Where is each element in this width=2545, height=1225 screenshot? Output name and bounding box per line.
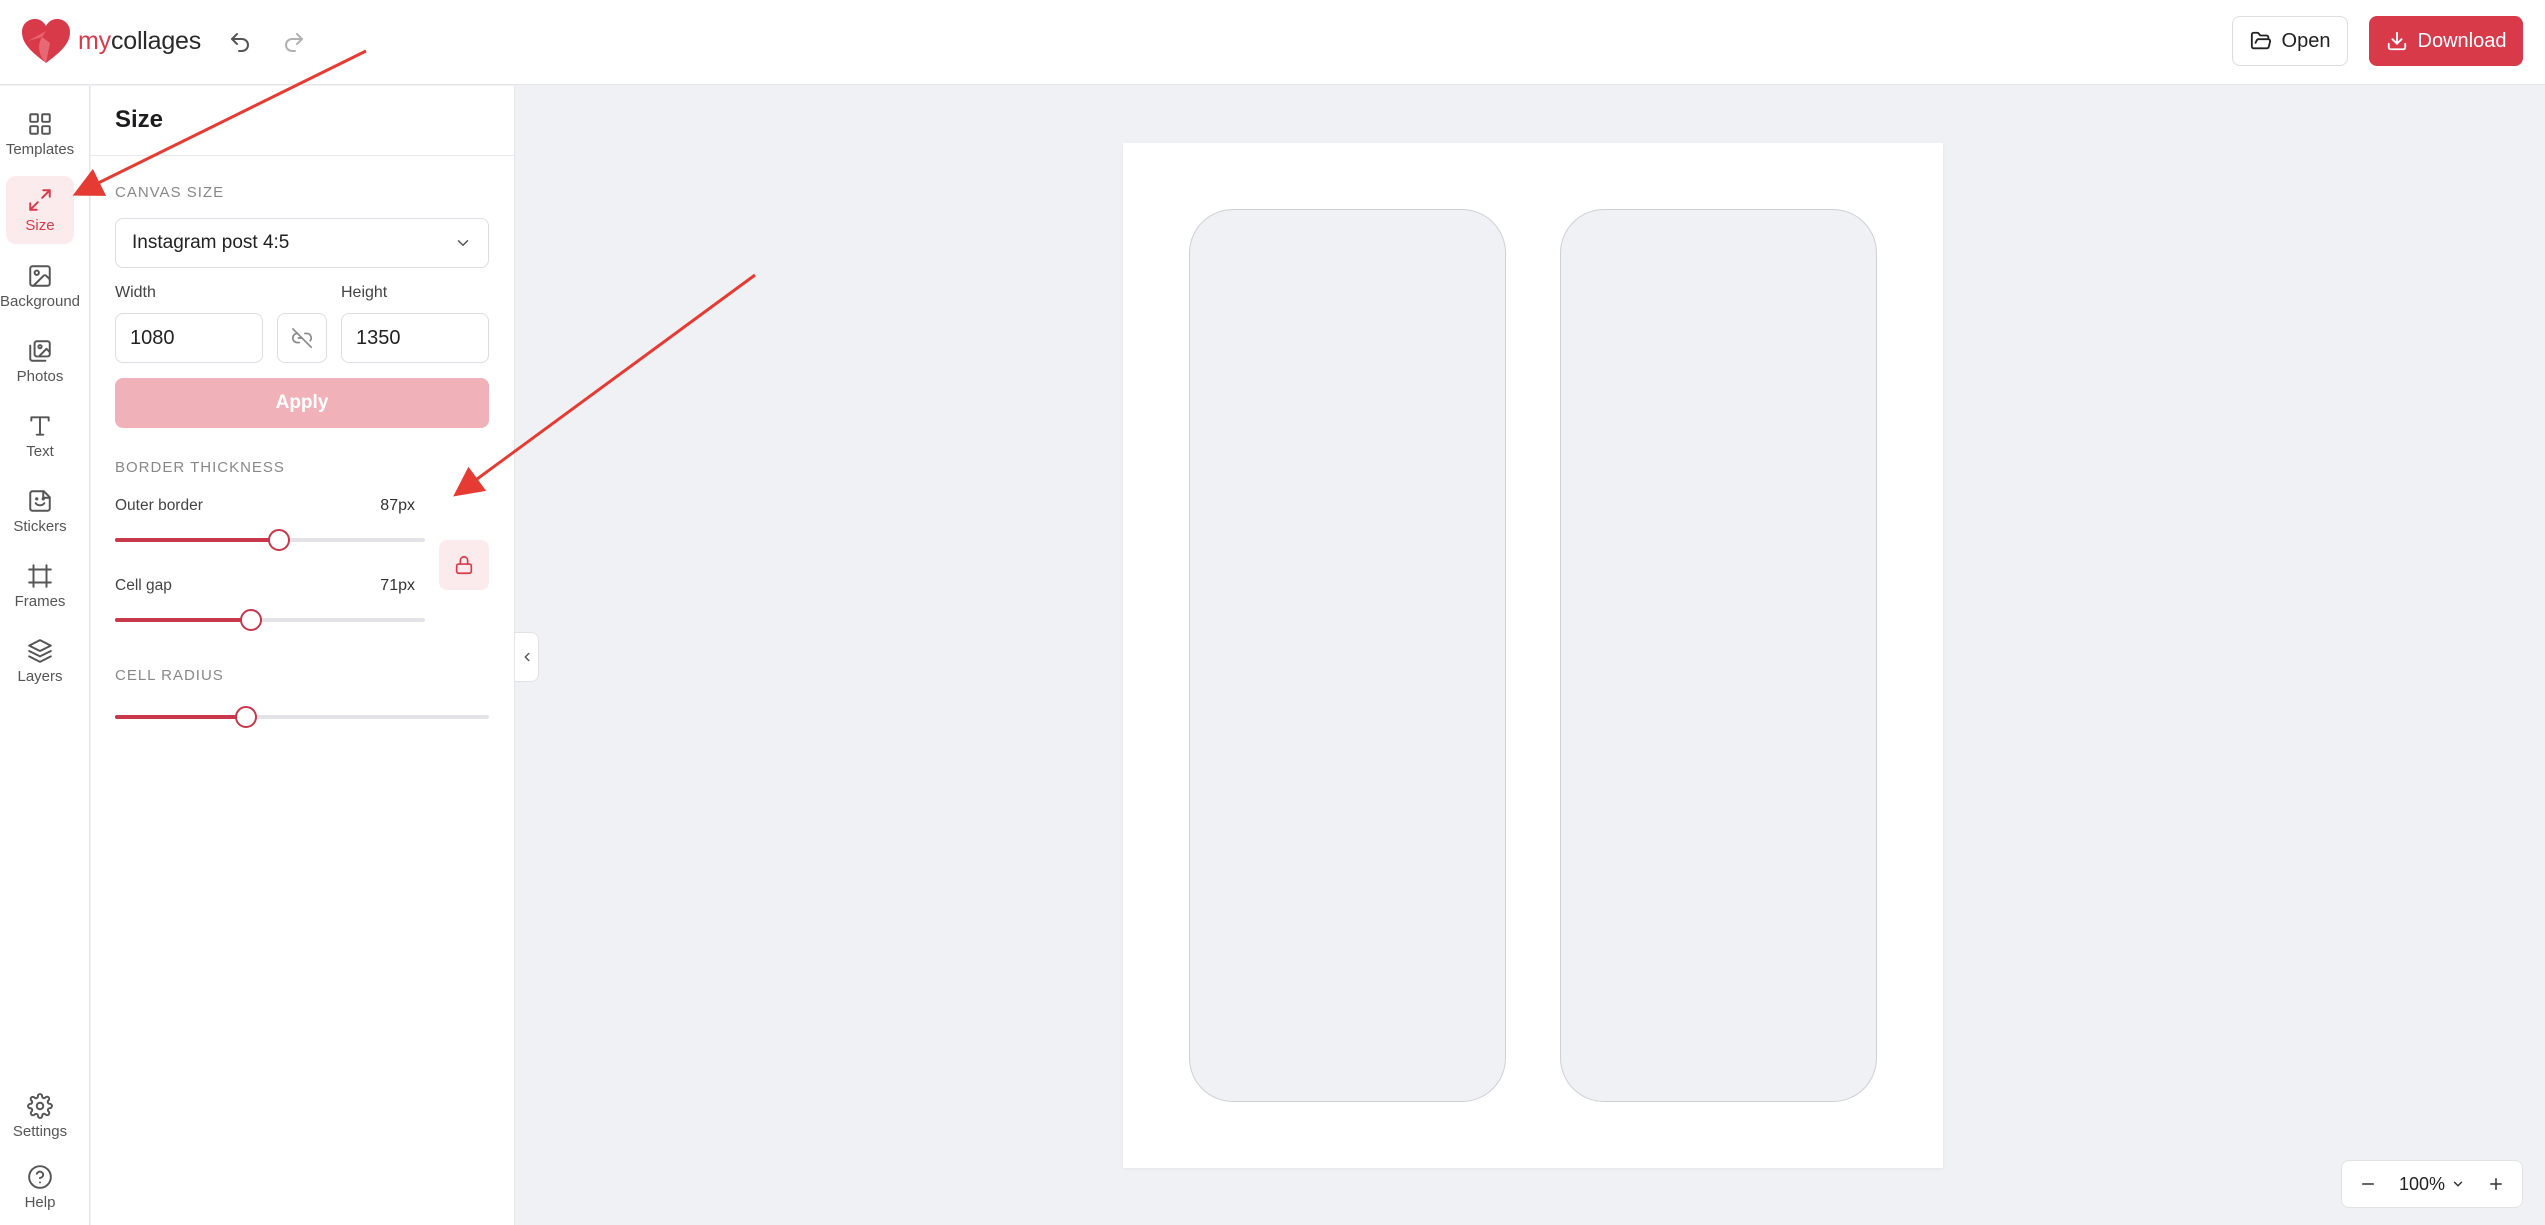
outer-border-value: 87px — [380, 497, 415, 514]
panel-title: Size — [115, 106, 164, 133]
photos-icon — [29, 339, 51, 362]
rail-item-photos[interactable]: Photos — [6, 327, 74, 395]
logo[interactable]: mycollages — [20, 17, 201, 65]
height-input[interactable] — [341, 313, 489, 363]
panel-divider — [91, 155, 515, 156]
collage-cell-2[interactable] — [1560, 209, 1877, 1102]
slider-fill — [115, 618, 252, 622]
canvas-size-select[interactable]: Instagram post 4:5 — [115, 218, 489, 268]
rail-label: Settings — [12, 1122, 68, 1140]
rail-label: Templates — [5, 140, 75, 158]
width-label: Width — [115, 284, 156, 301]
download-button[interactable]: Download — [2369, 16, 2523, 66]
plus-icon — [2489, 1178, 2502, 1190]
rail-label: Layers — [17, 667, 63, 685]
rail-item-frames[interactable]: Frames — [6, 552, 74, 620]
redo-button[interactable] — [276, 24, 312, 60]
zoom-control: 100% — [2341, 1160, 2523, 1208]
collapse-panel-button[interactable] — [515, 632, 539, 682]
cell-gap-label: Cell gap — [115, 577, 172, 594]
undo-button[interactable] — [222, 24, 258, 60]
rail-item-size[interactable]: Size — [6, 176, 74, 244]
grid-icon — [29, 112, 51, 135]
rail-item-layers[interactable]: Layers — [6, 627, 74, 695]
rail-item-text[interactable]: Text — [6, 402, 74, 470]
rail-item-background[interactable]: Background — [0, 252, 80, 320]
rail-label: Help — [24, 1193, 56, 1211]
slider-fill — [115, 538, 280, 542]
collage-canvas[interactable] — [1123, 143, 1943, 1168]
tool-rail: Templates Size Background Photos Text St… — [0, 86, 90, 1225]
slider-thumb[interactable] — [234, 706, 257, 728]
frame-icon — [28, 563, 52, 588]
slider-thumb[interactable] — [240, 609, 263, 631]
lock-icon — [455, 555, 473, 575]
rail-item-templates[interactable]: Templates — [6, 100, 74, 168]
canvas-size-value: Instagram post 4:5 — [132, 232, 290, 253]
zoom-out-button[interactable] — [2354, 1170, 2382, 1198]
zoom-in-button[interactable] — [2482, 1170, 2510, 1198]
chevron-down-icon — [2453, 1181, 2463, 1187]
aspect-link-toggle[interactable] — [277, 313, 327, 363]
top-header: mycollages Open Download — [0, 0, 2545, 85]
heart-logo-icon — [22, 19, 70, 63]
text-icon — [30, 415, 50, 436]
download-icon — [2387, 31, 2406, 51]
slider-thumb[interactable] — [268, 529, 291, 551]
cell-gap-value: 71px — [380, 577, 415, 594]
width-input[interactable] — [115, 313, 263, 363]
outer-border-slider[interactable] — [115, 529, 425, 551]
open-button[interactable]: Open — [2232, 16, 2348, 66]
folder-open-icon — [2250, 31, 2271, 50]
sticker-icon — [29, 489, 51, 512]
zoom-level: 100% — [2398, 1173, 2446, 1194]
chevron-left-icon — [524, 652, 529, 662]
undo-icon — [231, 33, 249, 52]
rail-item-help[interactable]: Help — [6, 1153, 74, 1221]
cell-radius-slider[interactable] — [115, 706, 489, 728]
logo-text: mycollages — [78, 26, 202, 55]
redo-icon — [285, 33, 303, 52]
cell-gap-slider[interactable] — [115, 609, 425, 631]
size-panel: Size CANVAS SIZE Instagram post 4:5 Widt… — [91, 86, 515, 1225]
rail-label: Photos — [16, 367, 64, 385]
chevron-down-icon — [457, 240, 469, 246]
resize-icon — [29, 188, 51, 211]
gear-icon — [27, 1092, 53, 1119]
border-thickness-heading: BORDER THICKNESS — [115, 459, 285, 476]
rail-label: Size — [25, 216, 55, 234]
rail-item-stickers[interactable]: Stickers — [6, 477, 74, 545]
help-icon — [28, 1164, 52, 1189]
lock-border-toggle[interactable] — [439, 540, 489, 590]
apply-button[interactable]: Apply — [115, 378, 489, 428]
canvas-size-heading: CANVAS SIZE — [115, 184, 225, 201]
rail-label: Text — [26, 442, 54, 460]
slider-fill — [115, 715, 246, 719]
rail-label: Background — [0, 292, 81, 310]
height-label: Height — [341, 284, 388, 301]
cell-radius-heading: CELL RADIUS — [115, 667, 224, 684]
open-label: Open — [2281, 29, 2331, 52]
zoom-level-select[interactable]: 100% — [2399, 1174, 2465, 1195]
minus-icon — [2362, 1183, 2374, 1185]
layers-icon — [28, 638, 52, 663]
image-icon — [29, 264, 51, 287]
collage-cell-1[interactable] — [1189, 209, 1506, 1102]
download-label: Download — [2417, 29, 2507, 52]
unlink-icon — [292, 328, 312, 348]
rail-label: Frames — [14, 592, 66, 610]
rail-item-settings[interactable]: Settings — [6, 1082, 74, 1150]
outer-border-label: Outer border — [115, 497, 203, 514]
rail-label: Stickers — [13, 517, 67, 535]
